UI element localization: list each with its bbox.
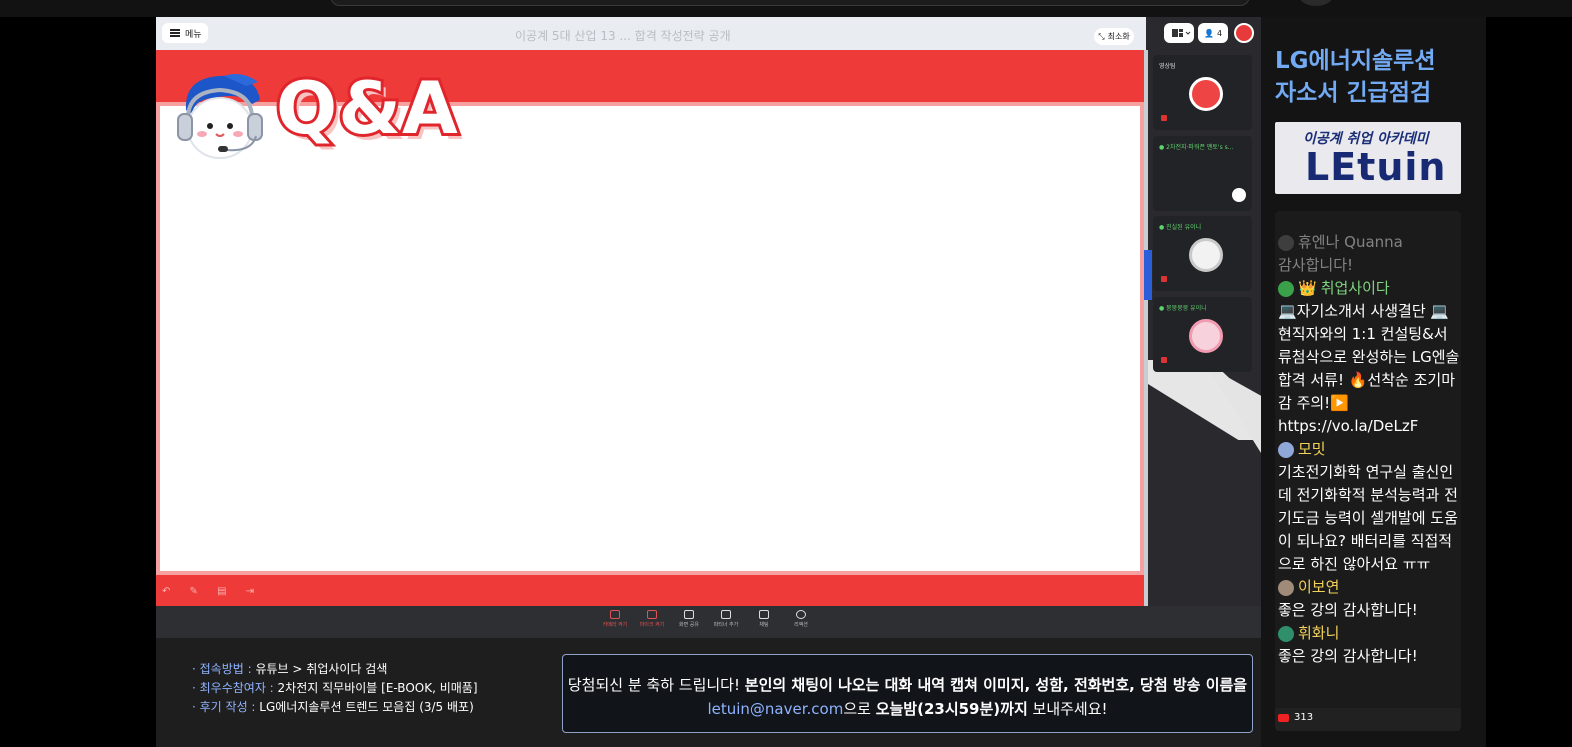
participant-avatar xyxy=(1189,77,1223,111)
chat-list: 휴엔나 Quanna 감사합니다! 👑 취업사이다 💻자기소개서 사생결단 💻현직… xyxy=(1278,231,1460,668)
participant-name: ● 진실된 유이니 xyxy=(1159,224,1202,231)
chat-message: 모밋 기초전기화학 연구실 출신인데 전기화학적 분석능력과 전기도금 능력이 … xyxy=(1278,440,1458,573)
meeting-toolbar: 카메라 켜기 마이크 켜기 화면 공유 파티너 추가 채팅 리액션 xyxy=(156,606,1261,638)
screen-share-icon xyxy=(684,610,694,619)
chat-message: 휘화니 좋은 강의 감사합니다! xyxy=(1278,624,1418,665)
browser-address-pill xyxy=(330,0,1250,6)
meeting-ghost-title: 이공계 5대 산업 13 ... 합격 작성전략 공개 xyxy=(515,29,731,43)
participant-name: ● 뭉뭉뭉뭉 유이니 xyxy=(1159,305,1207,312)
chat-bubble-icon xyxy=(759,610,769,619)
chat-message: 이보연 좋은 강의 감사합니다! xyxy=(1278,578,1418,619)
hamburger-icon xyxy=(170,29,180,37)
user-avatar-icon xyxy=(1278,280,1294,297)
person-icon: 👤 xyxy=(1203,28,1214,38)
mic-muted-icon xyxy=(1161,276,1167,282)
reaction-button[interactable]: 리액션 xyxy=(785,610,817,636)
mic-off-icon xyxy=(647,610,657,619)
slide-pen-tools[interactable]: ↶ ✎ ▤ ⇥ xyxy=(162,586,262,597)
slide-edge xyxy=(1144,50,1148,606)
letuin-logo: 이공계 취업 아카데미 LEtuin xyxy=(1275,122,1461,194)
participants-button[interactable]: 👤 4 xyxy=(1198,23,1228,43)
participant-avatar xyxy=(1189,319,1223,353)
participant-card[interactable]: ● 뭉뭉뭉뭉 유이니 xyxy=(1153,297,1252,372)
crown-icon: 👑 xyxy=(1298,279,1317,297)
chat-message: 👑 취업사이다 💻자기소개서 사생결단 💻현직자와의 1:1 컨설팅&서류첨삭으로… xyxy=(1278,279,1460,435)
user-avatar-icon xyxy=(1278,625,1294,642)
live-chat[interactable]: 휴엔나 Quanna 감사합니다! 👑 취업사이다 💻자기소개서 사생결단 💻현직… xyxy=(1275,211,1461,731)
info-line: · 최우수참여자 : 2차전지 직무바이블 [E-BOOK, 비매품] xyxy=(192,681,478,695)
participant-card[interactable]: ● 진실된 유이니 xyxy=(1153,216,1252,291)
mic-button[interactable]: 마이크 켜기 xyxy=(636,610,668,636)
mic-muted-icon xyxy=(1161,357,1167,363)
chat-button[interactable]: 채팅 xyxy=(748,610,780,636)
plus-icon xyxy=(721,610,731,619)
minimize-icon: ⤡ xyxy=(1098,31,1105,41)
chat-message: 휴엔나 Quanna 감사합니다! xyxy=(1278,233,1403,274)
participant-card[interactable]: ● 2차전지·파워픈 멘토's s... xyxy=(1153,136,1252,211)
email-link[interactable]: letuin@naver.com xyxy=(707,700,843,718)
participant-name: ● 2차전지·파워픈 멘토's s... xyxy=(1159,144,1234,151)
invite-button[interactable]: 파티너 추가 xyxy=(710,610,742,636)
user-avatar-icon xyxy=(1278,579,1294,596)
viewer-counter: 313 xyxy=(1278,712,1313,723)
user-avatar[interactable] xyxy=(1234,23,1254,43)
minimize-label: 최소화 xyxy=(1107,32,1130,41)
background-accent xyxy=(1144,250,1152,300)
menu-label: 메뉴 xyxy=(185,29,202,40)
slide-canvas xyxy=(156,102,1144,575)
slide-title: Q&A xyxy=(273,66,461,150)
viewer-count: 313 xyxy=(1294,712,1314,723)
camera-off-icon xyxy=(610,610,620,619)
participant-mini-avatar xyxy=(1232,188,1246,202)
layout-toggle-button[interactable] xyxy=(1164,23,1194,43)
menu-button[interactable]: 메뉴 xyxy=(162,23,208,43)
winner-notice: 당첨되신 분 축하 드립니다! 본인의 채팅이 나오는 대화 내역 캡쳐 이미지… xyxy=(562,654,1253,733)
grid-layout-icon xyxy=(1172,29,1191,37)
participant-count: 4 xyxy=(1216,28,1223,38)
share-screen-button[interactable]: 화면 공유 xyxy=(673,610,705,636)
right-margin xyxy=(1486,17,1572,747)
smile-icon xyxy=(796,610,806,619)
stream-title: LG에너지솔루션 자소서 긴급점검 xyxy=(1275,48,1436,106)
info-line: · 후기 작성 : LG에너지솔루션 트렌드 모음집 (3/5 배포) xyxy=(192,700,474,714)
youtube-icon xyxy=(1278,713,1289,722)
event-info: · 접속방법 : 유튜브 > 취업사이다 검색 · 최우수참여자 : 2차전지 … xyxy=(192,660,478,717)
participant-avatar xyxy=(1189,238,1223,272)
participant-name: 영상팀 xyxy=(1159,63,1176,70)
mascot-headset-icon xyxy=(177,74,263,159)
camera-button[interactable]: 카메라 켜기 xyxy=(599,610,631,636)
minimize-button[interactable]: ⤡ 최소화 xyxy=(1094,28,1134,45)
participant-card[interactable]: 영상팀 xyxy=(1153,55,1252,130)
user-avatar-icon xyxy=(1278,234,1294,251)
slide-bottom-band xyxy=(156,575,1144,606)
user-avatar-icon xyxy=(1278,441,1294,458)
mic-muted-icon xyxy=(1161,115,1167,121)
left-margin xyxy=(0,17,156,747)
info-line: · 접속방법 : 유튜브 > 취업사이다 검색 xyxy=(192,662,388,676)
